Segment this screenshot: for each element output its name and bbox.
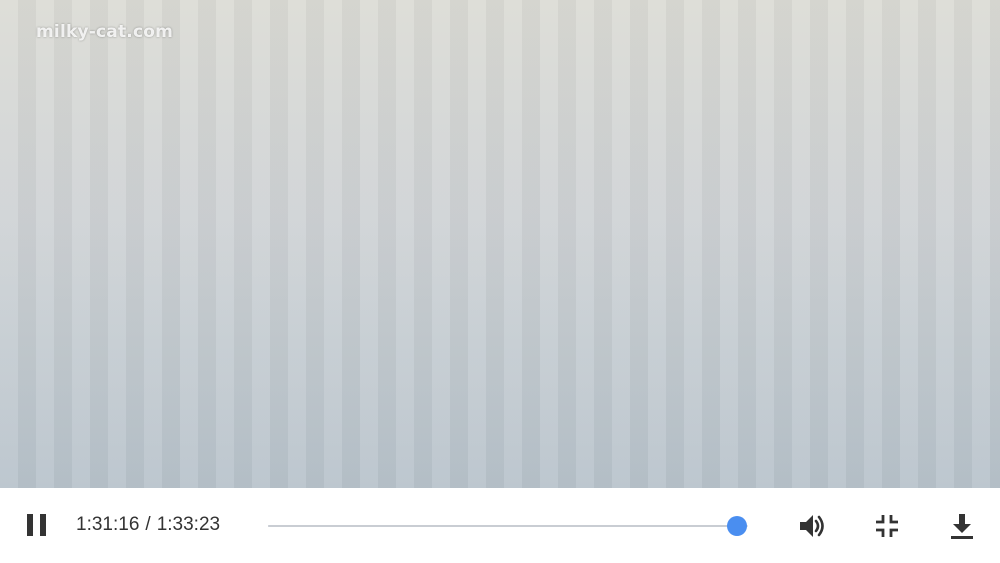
progress-bar[interactable]: [268, 516, 748, 536]
time-separator: /: [145, 514, 151, 535]
volume-icon: [800, 515, 824, 537]
download-button[interactable]: [946, 510, 978, 542]
download-icon: [951, 514, 973, 539]
exit-fullscreen-icon: [876, 515, 898, 537]
pause-button[interactable]: [24, 513, 50, 537]
video-content-placeholder: [0, 0, 1000, 488]
player-controls-bar: 1:31:16/1:33:23: [0, 488, 1000, 563]
video-frame[interactable]: milky-cat.com: [0, 0, 1000, 488]
current-time: 1:31:16: [76, 514, 140, 535]
pause-icon: [27, 514, 46, 536]
time-display: 1:31:16/1:33:23: [76, 512, 220, 538]
progress-played: [268, 525, 737, 527]
exit-fullscreen-button[interactable]: [871, 510, 903, 542]
progress-thumb[interactable]: [726, 516, 747, 536]
watermark: milky-cat.com: [36, 22, 174, 42]
video-player: milky-cat.com 1:31:16/1:33:23: [0, 0, 1000, 563]
duration: 1:33:23: [156, 514, 221, 535]
volume-button[interactable]: [796, 510, 828, 542]
